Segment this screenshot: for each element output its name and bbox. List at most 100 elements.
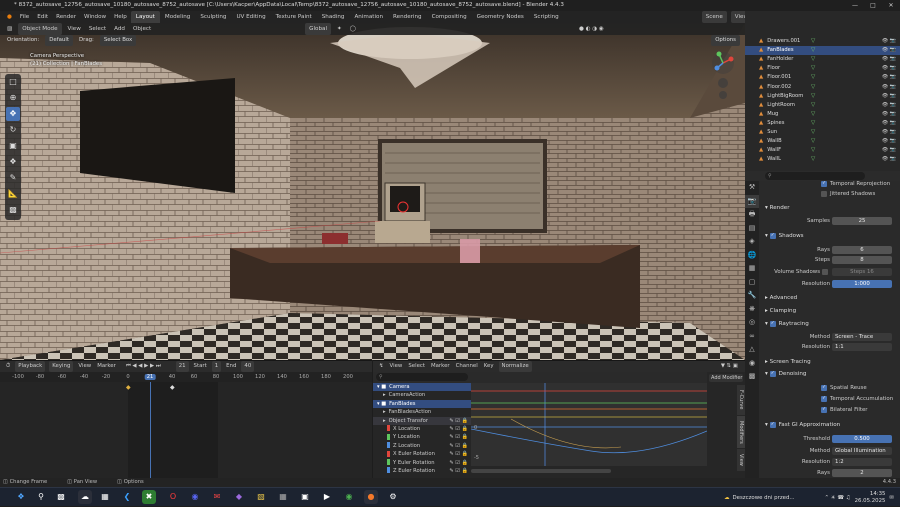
navigation-gizmo[interactable]	[709, 51, 737, 99]
shadow-resolution-field[interactable]: 1:000	[832, 280, 892, 288]
vscode-icon[interactable]: ❮	[120, 490, 134, 504]
tool-icon[interactable]: ⚒	[745, 181, 759, 195]
shadows-section-header[interactable]: ▾ ✓ Shadows	[759, 231, 900, 241]
add-cube-icon[interactable]: ▩	[6, 203, 20, 217]
app-icon[interactable]: ◆	[232, 490, 246, 504]
raytracing-method-dropdown[interactable]: Screen - Trace	[832, 333, 892, 341]
visibility-icon[interactable]: 👁 📷	[882, 146, 896, 155]
tab-f-curve[interactable]: F-Curve	[737, 385, 745, 415]
menu-window[interactable]: Window	[80, 11, 110, 23]
proportional-icon[interactable]: ◯	[346, 23, 360, 35]
gi-rays-field[interactable]: 2	[832, 469, 892, 477]
editor-type-icon[interactable]: ⏱	[3, 361, 13, 372]
terminal-icon[interactable]: ▣	[298, 490, 312, 504]
visibility-icon[interactable]: 👁 📷	[882, 137, 896, 146]
transform-orientation[interactable]: Global	[305, 23, 331, 35]
blender-taskbar-icon[interactable]: ●	[364, 490, 378, 504]
modifier-icon[interactable]: 🔧	[745, 289, 759, 303]
tab-geometry-nodes[interactable]: Geometry Nodes	[472, 11, 529, 23]
channel-row[interactable]: ▸ CameraAction	[373, 391, 471, 399]
channel-row[interactable]: ▾ ■ Camera	[373, 383, 471, 392]
weather-icon[interactable]: ☁	[724, 495, 729, 501]
render-icon[interactable]: 📷	[745, 194, 759, 208]
keying-menu[interactable]: Keying	[49, 361, 74, 372]
outliner-item[interactable]: ▲ Floor.001 ▽ 👁 📷	[745, 73, 900, 82]
playback-menu[interactable]: Playback	[15, 361, 46, 372]
outliner-item[interactable]: ▲ WallL ▽ 👁 📷	[745, 155, 900, 164]
collection-icon[interactable]: ▦	[745, 262, 759, 276]
tab-texture-paint[interactable]: Texture Paint	[271, 11, 317, 23]
orientation-dropdown[interactable]: Default	[45, 35, 73, 46]
object-icon[interactable]: ▢	[745, 276, 759, 290]
channel-toggle-icons[interactable]: ✎ ☑ 🔒	[449, 467, 468, 475]
fast-gi-section-header[interactable]: ▾ ✓ Fast GI Approximation	[759, 420, 900, 430]
menu-edit[interactable]: Edit	[33, 11, 52, 23]
visibility-icon[interactable]: 👁 📷	[882, 92, 896, 101]
playback-controls-icon[interactable]: ⏮ ◀ ◀ ▶ ▶ ⏭	[123, 361, 164, 372]
options-dropdown[interactable]: Options	[711, 35, 740, 46]
tab-view[interactable]: View	[737, 449, 745, 471]
mode-selector[interactable]: Object Mode	[18, 23, 62, 35]
threshold-field[interactable]: 0.500	[832, 435, 892, 443]
visibility-icon[interactable]: 👁 📷	[882, 110, 896, 119]
menu-file[interactable]: File	[16, 11, 33, 23]
advanced-section-header[interactable]: ▸ Advanced	[759, 293, 900, 303]
tab-uv-editing[interactable]: UV Editing	[231, 11, 270, 23]
channel-row[interactable]: Y Location ✎ ☑ 🔒	[373, 433, 471, 441]
snap-icon[interactable]: ✦	[333, 23, 346, 35]
menu-select[interactable]: Select	[85, 23, 110, 35]
world-icon[interactable]: 🌐	[745, 249, 759, 263]
outliner-item[interactable]: ▲ Spines ▽ 👁 📷	[745, 119, 900, 128]
channel-row[interactable]: X Euler Rotation ✎ ☑ 🔒	[373, 450, 471, 458]
chrome-icon[interactable]: ◉	[342, 490, 356, 504]
tab-modifiers[interactable]: Modifiers	[737, 416, 745, 448]
add-modifier-dropdown[interactable]: Add Modifier	[709, 374, 743, 382]
menu-view[interactable]: View	[75, 361, 94, 372]
view-layer-icon[interactable]: ▤	[745, 222, 759, 236]
annotate-icon[interactable]: ✎	[6, 171, 20, 185]
tab-compositing[interactable]: Compositing	[427, 11, 472, 23]
task-view-icon[interactable]: ▩	[54, 490, 68, 504]
scene-icon[interactable]: ◈	[745, 235, 759, 249]
rt-resolution-dropdown[interactable]: 1:1	[832, 343, 892, 351]
shading-icons[interactable]: ● ◐ ◑ ◉	[575, 23, 608, 35]
menu-marker[interactable]: Marker	[428, 361, 453, 372]
menu-marker[interactable]: Marker	[94, 361, 119, 372]
channel-toggle-icons[interactable]: ✎ ☑ 🔒	[449, 442, 468, 450]
volume-shadows-checkbox[interactable]	[822, 269, 828, 275]
visibility-icon[interactable]: 👁 📷	[882, 46, 896, 55]
menu-view[interactable]: View	[64, 23, 85, 35]
output-icon[interactable]: 🖶	[745, 208, 759, 222]
clamping-section-header[interactable]: ▸ Clamping	[759, 306, 900, 316]
drag-dropdown[interactable]: Select Box	[99, 35, 137, 46]
steps-field[interactable]: 8	[832, 256, 892, 264]
raytracing-section-header[interactable]: ▾ ✓ Raytracing	[759, 319, 900, 329]
data-icon[interactable]: △	[745, 343, 759, 357]
visibility-icon[interactable]: 👁 📷	[882, 73, 896, 82]
file-explorer-icon[interactable]: ▧	[254, 490, 268, 504]
tab-sculpting[interactable]: Sculpting	[195, 11, 231, 23]
outliner-item[interactable]: ▲ LightBigRoom ▽ 👁 📷	[745, 92, 900, 101]
blender-logo-icon[interactable]: ●	[3, 11, 16, 23]
tray-icons[interactable]: ⌃ ☀ ☎ ♫	[825, 495, 851, 501]
scene-selector[interactable]: Scene	[701, 11, 727, 23]
tab-rendering[interactable]: Rendering	[388, 11, 427, 23]
channel-toggle-icons[interactable]: ✎ ☑ 🔒	[449, 459, 468, 467]
gi-method-dropdown[interactable]: Global Illumination	[832, 447, 892, 455]
current-frame-indicator[interactable]: 21	[144, 374, 156, 380]
menu-channel[interactable]: Channel	[453, 361, 481, 372]
menu-help[interactable]: Help	[110, 11, 131, 23]
render-section-header[interactable]: ▾ Render	[759, 203, 900, 213]
temporal-accumulation-checkbox[interactable]: ✓ Temporal Accumulation	[821, 394, 893, 404]
calculator-icon[interactable]: ▦	[276, 490, 290, 504]
outliner-item[interactable]: ▲ FanBlades ▽ 👁 📷	[745, 46, 900, 55]
windows-start-icon[interactable]: ❖	[14, 490, 28, 504]
outliner-item[interactable]: ▲ FanHolder ▽ 👁 📷	[745, 55, 900, 64]
channel-search[interactable]: ⚲	[373, 372, 471, 383]
clock[interactable]: 14:35 26.05.2025	[855, 491, 886, 505]
denoising-section-header[interactable]: ▾ ✓ Denoising	[759, 369, 900, 379]
notifications-icon[interactable]: ✉	[889, 495, 894, 501]
channel-row[interactable]: Y Euler Rotation ✎ ☑ 🔒	[373, 459, 471, 467]
tab-scripting[interactable]: Scripting	[529, 11, 564, 23]
outliner-item[interactable]: ▲ Mug ▽ 👁 📷	[745, 110, 900, 119]
